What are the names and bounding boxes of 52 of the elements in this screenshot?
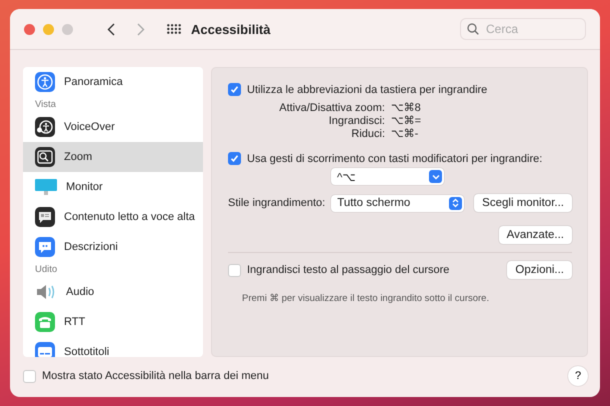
speech-icon: [35, 207, 55, 227]
chevron-icon: [429, 170, 442, 183]
sidebar-item[interactable]: Sottotitoli: [23, 337, 203, 357]
sidebar-item[interactable]: Monitor: [23, 172, 203, 202]
speaker-icon: [35, 282, 57, 302]
voiceover-icon: [35, 117, 55, 137]
sidebar-item[interactable]: Contenuto letto a voce alta: [23, 202, 203, 232]
checkbox-label: Usa gesti di scorrimento con tasti modificatori per ingrandire:: [247, 152, 542, 164]
checkbox[interactable]: [228, 83, 241, 96]
help-button[interactable]: ?: [568, 366, 588, 386]
updown-icon: [449, 196, 462, 210]
checkbox[interactable]: [23, 370, 36, 382]
shortcut-keys: ⌥⌘8: [391, 102, 572, 115]
shortcut-label: Attiva/Disattiva zoom:: [278, 102, 385, 115]
sidebar-item[interactable]: Zoom: [23, 142, 203, 172]
close-button[interactable]: [24, 24, 35, 34]
choose-monitor-button[interactable]: Scegli monitor...: [474, 194, 572, 212]
modifier-select[interactable]: ^⌥: [331, 168, 444, 185]
accessibility-icon: [35, 72, 55, 92]
sidebar-section-label: Vista: [34, 98, 57, 112]
forward-icon[interactable]: [137, 22, 145, 36]
sidebar-item[interactable]: Descrizioni: [23, 232, 203, 262]
advanced-button[interactable]: Avanzate...: [498, 226, 572, 244]
shortcut-keys: ⌥⌘-: [391, 128, 572, 141]
monitor-icon: [35, 177, 57, 197]
search-input[interactable]: Cerca: [484, 21, 578, 37]
sidebar-item[interactable]: VoiceOver: [23, 112, 203, 142]
sidebar-section-label: Udito: [34, 263, 58, 277]
search-icon: [467, 23, 479, 35]
back-icon[interactable]: [107, 22, 115, 36]
shortcut-keys: ⌥⌘=: [391, 115, 572, 128]
shortcut-label: Ingrandisci:: [328, 115, 385, 128]
sidebar-item[interactable]: Panoramica: [23, 67, 203, 97]
sidebar-item[interactable]: RTT: [23, 307, 203, 337]
style-label: Stile ingrandimento:: [228, 197, 326, 209]
zoom-icon: [35, 147, 55, 167]
style-select[interactable]: Tutto schermo: [331, 194, 464, 212]
options-button[interactable]: Opzioni...: [507, 261, 572, 279]
hint-text: Premi ⌘ per visualizzare il testo ingrandito sotto il cursore.: [242, 293, 490, 304]
checkbox-label: Utilizza le abbreviazioni da tastiera per ingrandire: [247, 84, 488, 96]
checkbox[interactable]: [228, 152, 241, 165]
search-field[interactable]: Cerca: [460, 18, 586, 40]
sidebar-item[interactable]: Audio: [23, 277, 203, 307]
shortcut-label: Riduci:: [350, 128, 385, 141]
checkbox[interactable]: [228, 264, 241, 276]
checkbox-label: Mostra stato Accessibilità nella barra dei menu: [42, 370, 269, 382]
speech-bubble-icon: [35, 237, 55, 257]
window-title: Accessibilità: [191, 22, 270, 36]
checkbox-label: Ingrandisci testo al passaggio del cursore: [247, 264, 450, 276]
telephone-icon: [35, 312, 55, 332]
grid-icon[interactable]: [167, 24, 181, 34]
minimize-button[interactable]: [43, 24, 54, 34]
